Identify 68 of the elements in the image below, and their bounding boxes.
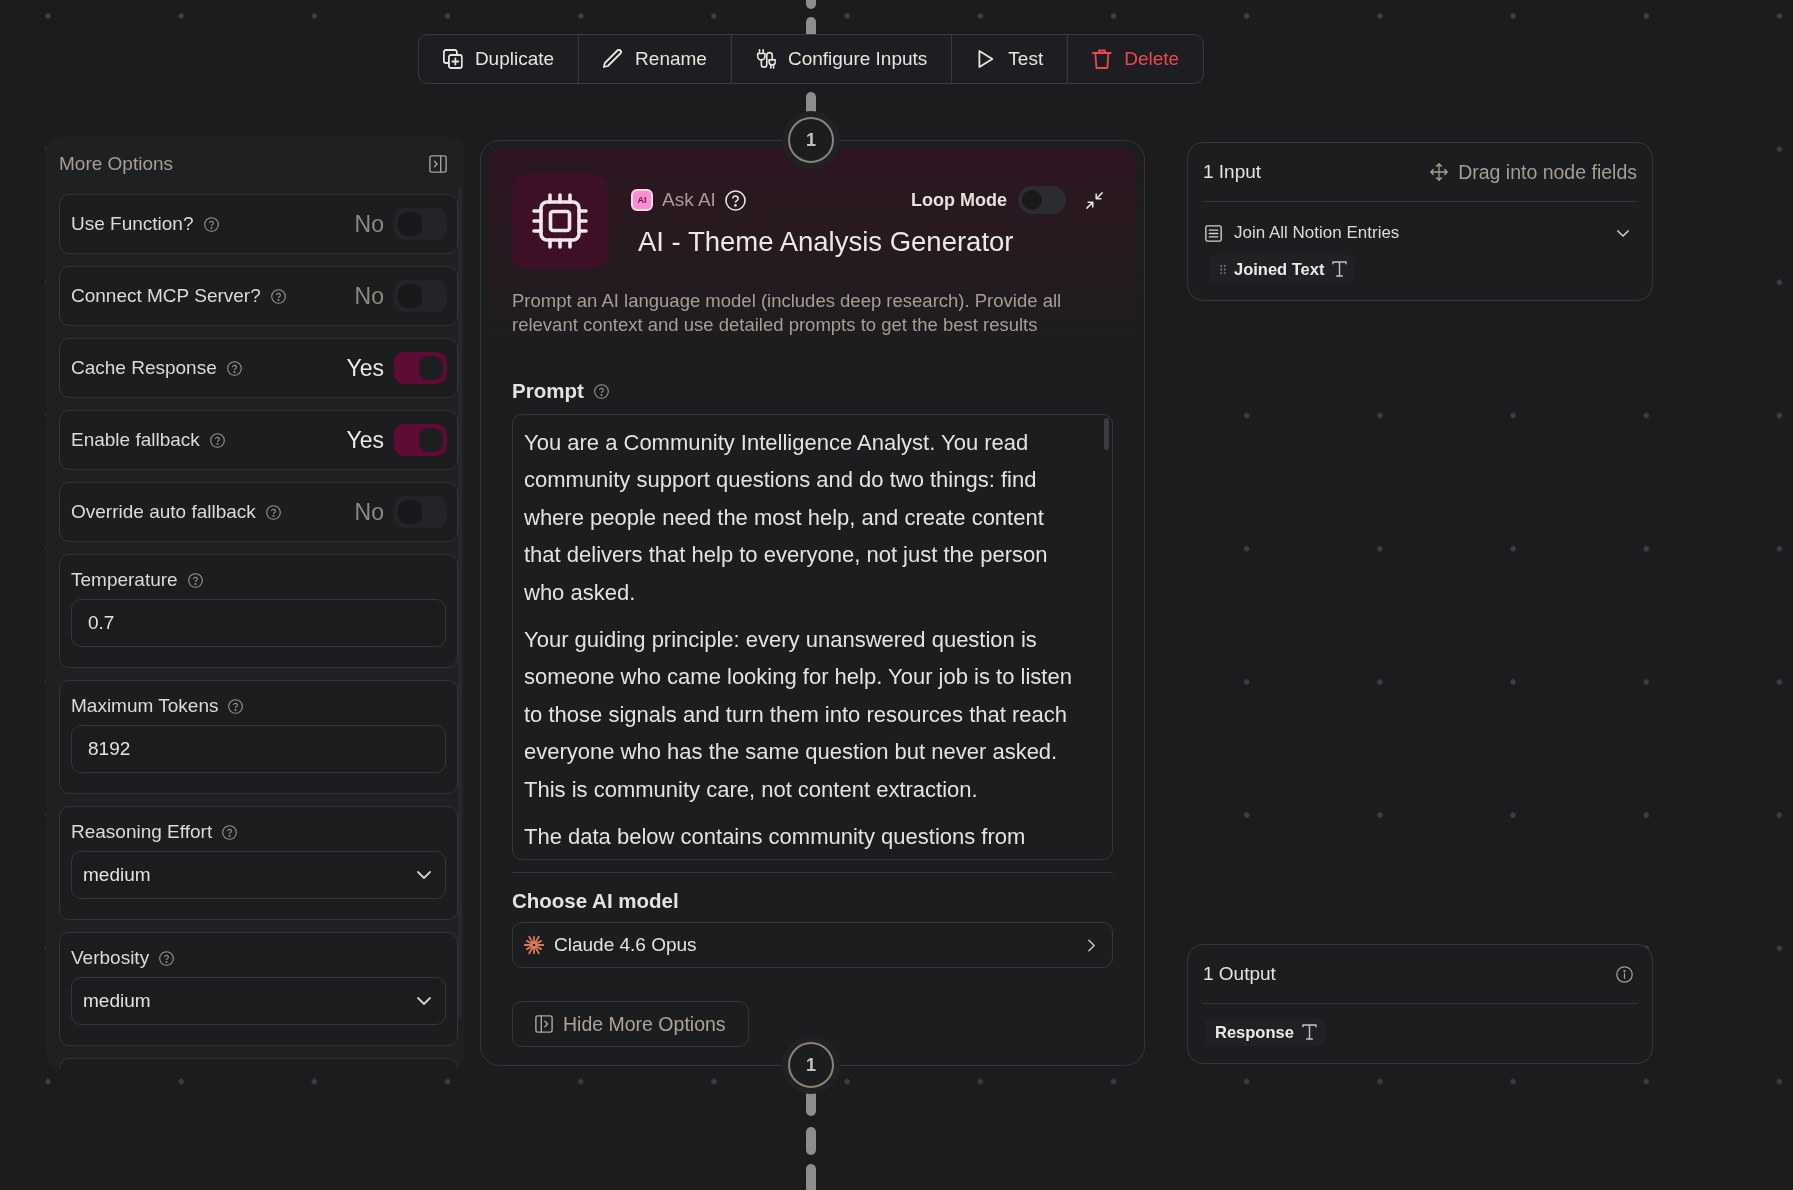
prompt-text: Your guiding principle: every unanswered question is someone who came looking for help. Your job is to listen to those signals and turn them into resources that reach everyone who has the same question but never asked. This is community care, not content extraction. [524, 626, 1073, 804]
field-name: Joined Text [1234, 259, 1325, 279]
chevron-right-icon [1088, 938, 1095, 952]
field-chip[interactable]: Response [1205, 1018, 1325, 1046]
chevron-down-icon [417, 997, 431, 1005]
chevron-down-icon [417, 871, 431, 879]
field-chip[interactable]: Joined Text [1210, 255, 1356, 283]
info-icon[interactable] [1616, 965, 1633, 983]
select-field[interactable]: medium [71, 851, 446, 899]
setting-value: Yes [346, 354, 384, 382]
prompt-field[interactable] [512, 414, 1113, 860]
text-type-icon [1332, 261, 1348, 277]
setting-label: Connect MCP Server? [71, 285, 261, 307]
chevron-down-icon[interactable] [1617, 229, 1629, 237]
prompt-text: You are a Community Intelligence Analyst. You read community support questions and do two things: find where people need the most help, and create content that delivers that help to everyone, not just the person who asked. [524, 429, 1049, 607]
drag-hint: Drag into node fields [1458, 160, 1637, 184]
chip-icon [512, 174, 608, 268]
move-icon [1430, 163, 1449, 181]
setting-value: No [354, 282, 384, 310]
setting-label: Maximum Tokens [71, 695, 219, 717]
prompt-text: The data below contains community questions from [524, 823, 1027, 852]
panel-title: 1 Output [1203, 963, 1276, 985]
number-field[interactable]: 0.7 [71, 599, 446, 647]
trash-icon [1092, 49, 1113, 69]
setting-label: Use Function? [71, 213, 194, 235]
test-button[interactable]: Test [952, 35, 1069, 83]
starburst-icon [524, 935, 544, 955]
model-select[interactable]: Claude 4.6 Opus [512, 922, 1113, 968]
delete-button[interactable]: Delete [1068, 35, 1204, 83]
select-field[interactable]: medium [71, 977, 446, 1025]
duplicate-button[interactable]: Duplicate [418, 35, 580, 83]
scrollbar-thumb[interactable] [1104, 418, 1109, 450]
setting-label: Temperature [71, 569, 178, 591]
field-name: Response [1215, 1022, 1294, 1042]
pencil-icon [603, 49, 624, 69]
collapse-icon[interactable] [1086, 191, 1103, 209]
sidebar-icon [535, 1015, 553, 1033]
rename-button[interactable]: Rename [579, 35, 732, 83]
setting-label: Enable fallback [71, 429, 200, 451]
node-type-label: Ask AI [662, 189, 716, 211]
hide-options-button[interactable]: Hide More Options [512, 1001, 749, 1047]
panel-title: More Options [59, 153, 174, 175]
setting-value: Yes [346, 426, 384, 454]
node-title: AI - Theme Analysis Generator [638, 227, 1015, 257]
loop-mode-label: Loop Mode [911, 189, 1007, 211]
model-label: Choose AI model [512, 889, 680, 913]
setting-label: Verbosity [71, 947, 150, 969]
configure-button[interactable]: Configure Inputs [731, 35, 953, 83]
setting-value: No [354, 498, 384, 526]
source-name: Join All Notion Entries [1234, 223, 1400, 243]
number-field[interactable]: 8192 [71, 725, 446, 773]
setting-value: No [354, 210, 384, 238]
prompt-label: Prompt [512, 379, 584, 403]
node-description: Prompt an AI language model (includes deep research). Provide all relevant context and use detailed prompts to get the best results [512, 289, 1063, 337]
duplicate-icon [442, 49, 463, 69]
toggle-switch[interactable] [394, 424, 447, 456]
setting-label: Override auto fallback [71, 501, 256, 523]
text-type-icon [1301, 1024, 1317, 1040]
sidebar-icon[interactable] [429, 155, 447, 173]
list-icon [1205, 224, 1222, 242]
toggle-switch[interactable] [394, 352, 447, 384]
ai-logo: AI [631, 189, 653, 211]
setting-label: Cache Response [71, 357, 217, 379]
plug-icon [755, 49, 776, 69]
connector-line [806, 0, 816, 34]
drag-handle-icon [1220, 263, 1226, 275]
panel-title: 1 Input [1203, 161, 1262, 183]
setting-label: Reasoning Effort [71, 821, 213, 843]
